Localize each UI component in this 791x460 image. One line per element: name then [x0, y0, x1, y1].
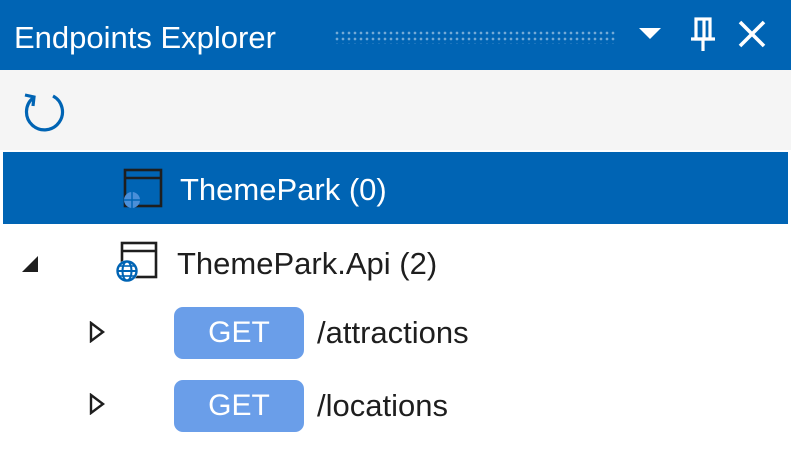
- project-label: ThemePark.Api (2): [177, 246, 438, 281]
- collapsed-triangle-icon[interactable]: [88, 393, 106, 415]
- window-position-dropdown-button[interactable]: [630, 14, 670, 54]
- endpoints-explorer-panel: Endpoints Explorer ThemePark (0) ThemePa…: [0, 0, 791, 460]
- refresh-icon: [24, 93, 65, 132]
- close-button[interactable]: [732, 14, 772, 54]
- project-label: ThemePark (0): [180, 172, 387, 207]
- endpoint-path: /attractions: [317, 315, 469, 350]
- web-project-globe-icon: [116, 241, 158, 282]
- panel-title: Endpoints Explorer: [14, 20, 276, 55]
- tree-row-project-themepark[interactable]: ThemePark (0): [3, 152, 788, 224]
- project-window-icon: [123, 168, 163, 208]
- http-method-badge: GET: [174, 380, 304, 432]
- endpoints-tree: ThemePark (0) ThemePark.Api (2) GET /att…: [0, 150, 791, 460]
- tree-row-endpoint-attractions[interactable]: GET /attractions: [0, 300, 791, 372]
- endpoint-path: /locations: [317, 388, 448, 423]
- tree-row-project-themepark-api[interactable]: ThemePark.Api (2): [0, 227, 791, 299]
- toolbar: [0, 70, 791, 150]
- tree-row-endpoint-locations[interactable]: GET /locations: [0, 372, 791, 444]
- chevron-down-icon: [639, 28, 661, 39]
- refresh-button[interactable]: [20, 88, 70, 134]
- title-bar[interactable]: Endpoints Explorer: [0, 0, 791, 70]
- drag-grip[interactable]: [334, 30, 616, 44]
- collapsed-triangle-icon[interactable]: [88, 321, 106, 343]
- pin-icon: [691, 17, 715, 51]
- close-icon: [738, 20, 766, 48]
- pin-button[interactable]: [684, 14, 724, 54]
- expanded-triangle-icon[interactable]: [20, 253, 42, 275]
- http-method-badge: GET: [174, 307, 304, 359]
